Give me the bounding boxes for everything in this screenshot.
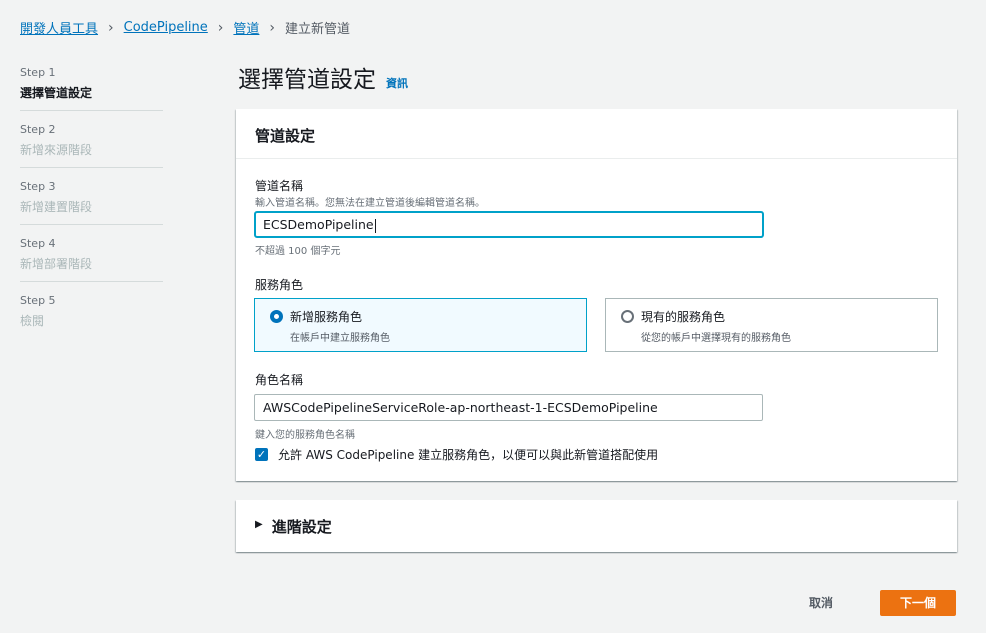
step-name: 檢閱 <box>20 314 45 328</box>
pipeline-settings-panel: 管道設定 管道名稱 輸入管道名稱。您無法在建立管道後編輯管道名稱。 ECSDem… <box>236 109 957 481</box>
step-number: Step 3 <box>20 180 56 193</box>
step-number: Step 1 <box>20 66 56 79</box>
tile-title: 新增服務角色 <box>290 310 363 324</box>
advanced-settings-label: 進階設定 <box>271 518 332 536</box>
checkbox-checked-icon[interactable]: ✓ <box>255 448 268 461</box>
page-header: 選擇管道設定 資訊 <box>238 60 408 94</box>
tile-description: 在帳戶中建立服務角色 <box>290 333 390 344</box>
wizard-step-2: Step 2 新增來源階段 <box>20 119 163 168</box>
step-name: 新增建置階段 <box>20 200 93 214</box>
page-title: 選擇管道設定 <box>238 67 376 93</box>
radio-selected-icon[interactable] <box>270 310 283 323</box>
step-name: 選擇管道設定 <box>20 86 93 100</box>
text-caret <box>374 218 376 233</box>
step-name: 新增部署階段 <box>20 257 93 271</box>
chevron-right-icon: › <box>217 19 224 36</box>
pipeline-name-description: 輸入管道名稱。您無法在建立管道後編輯管道名稱。 <box>255 198 485 209</box>
role-name-description: 鍵入您的服務角色名稱 <box>255 430 355 441</box>
next-button[interactable]: 下一個 <box>880 590 956 616</box>
breadcrumb-pipelines[interactable]: 管道 <box>233 18 259 37</box>
pipeline-name-value: ECSDemoPipeline <box>263 217 374 232</box>
new-service-role-tile[interactable]: 新增服務角色 在帳戶中建立服務角色 <box>254 298 587 352</box>
wizard-steps: Step 1 選擇管道設定 Step 2 新增來源階段 Step 3 新增建置階… <box>20 62 163 346</box>
info-link[interactable]: 資訊 <box>386 75 408 91</box>
service-role-label: 服務角色 <box>255 278 304 292</box>
wizard-step-1: Step 1 選擇管道設定 <box>20 62 163 111</box>
breadcrumb-codepipeline[interactable]: CodePipeline <box>124 20 208 35</box>
breadcrumb: 開發人員工具 › CodePipeline › 管道 › 建立新管道 <box>20 18 351 38</box>
chevron-right-icon: › <box>108 19 114 36</box>
role-name-label: 角色名稱 <box>255 373 304 387</box>
wizard-step-4: Step 4 新增部署階段 <box>20 233 163 282</box>
existing-service-role-tile[interactable]: 現有的服務角色 從您的帳戶中選擇現有的服務角色 <box>605 298 938 352</box>
tile-description: 從您的帳戶中選擇現有的服務角色 <box>641 333 791 344</box>
allow-create-role-row: ✓ 允許 AWS CodePipeline 建立服務角色，以便可以與此新管道搭配… <box>255 446 658 463</box>
panel-title: 管道設定 <box>236 109 957 159</box>
pipeline-name-label: 管道名稱 <box>255 179 304 193</box>
wizard-step-5: Step 5 檢閱 <box>20 290 163 338</box>
cancel-button[interactable]: 取消 <box>792 590 850 616</box>
tile-title: 現有的服務角色 <box>641 310 726 324</box>
step-number: Step 4 <box>20 237 56 250</box>
radio-unselected-icon[interactable] <box>621 310 634 323</box>
pipeline-name-constraint: 不超過 100 個字元 <box>255 246 341 257</box>
breadcrumb-current: 建立新管道 <box>285 22 351 37</box>
step-number: Step 5 <box>20 294 56 307</box>
breadcrumb-developer-tools[interactable]: 開發人員工具 <box>20 18 98 37</box>
advanced-settings-expander[interactable]: ▶ 進階設定 <box>236 500 957 552</box>
allow-create-role-label[interactable]: 允許 AWS CodePipeline 建立服務角色，以便可以與此新管道搭配使用 <box>278 446 658 463</box>
pipeline-name-input[interactable]: ECSDemoPipeline <box>254 211 764 238</box>
role-name-input[interactable]: AWSCodePipelineServiceRole-ap-northeast-… <box>254 394 763 421</box>
wizard-step-3: Step 3 新增建置階段 <box>20 176 163 225</box>
step-number: Step 2 <box>20 123 56 136</box>
caret-right-icon: ▶ <box>255 519 263 530</box>
step-name: 新增來源階段 <box>20 143 93 157</box>
chevron-right-icon: › <box>269 19 276 36</box>
